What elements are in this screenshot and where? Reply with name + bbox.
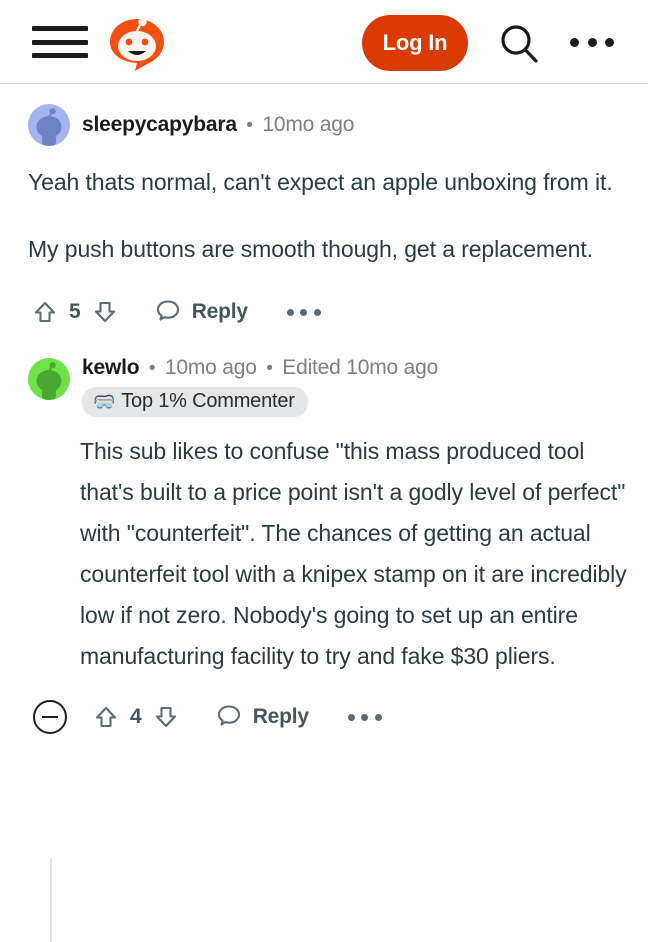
comment-edited-timestamp: Edited 10mo ago bbox=[282, 356, 439, 379]
reddit-snoo-logo-icon[interactable] bbox=[103, 13, 171, 75]
hamburger-menu-icon[interactable] bbox=[32, 22, 88, 62]
collapse-thread-icon[interactable] bbox=[33, 700, 67, 734]
comment-paragraph: My push buttons are smooth though, get a… bbox=[28, 236, 593, 262]
thread-collapse-line[interactable] bbox=[50, 859, 52, 942]
meta-separator: • bbox=[148, 358, 156, 379]
avatar-snoo-blue[interactable] bbox=[28, 104, 70, 146]
app-header: Log In bbox=[0, 0, 648, 84]
login-button[interactable]: Log In bbox=[362, 15, 468, 71]
reply-button[interactable]: Reply bbox=[216, 702, 309, 733]
minus-bar bbox=[42, 715, 58, 719]
status-badge[interactable]: 🥽 Top 1% Commenter bbox=[82, 387, 308, 417]
vote-score: 5 bbox=[69, 300, 81, 323]
vote-score: 4 bbox=[130, 705, 142, 728]
meta-separator: • bbox=[246, 115, 253, 136]
dot bbox=[361, 713, 369, 721]
more-options-icon[interactable] bbox=[347, 709, 382, 725]
reply-button[interactable]: Reply bbox=[155, 297, 248, 328]
reply-label: Reply bbox=[191, 300, 248, 323]
avatar-snoo-green[interactable] bbox=[28, 358, 70, 400]
comment-body: Yeah thats normal, can't expect an apple… bbox=[28, 162, 628, 270]
top-commenter-icon: 🥽 bbox=[93, 391, 116, 412]
comment-item: sleepycapybara • 10mo ago Yeah thats nor… bbox=[0, 84, 648, 334]
dot bbox=[300, 308, 308, 316]
comment-timestamp: 10mo ago bbox=[164, 356, 257, 379]
comment-bubble-icon bbox=[216, 702, 242, 733]
status-badge-label: Top 1% Commenter bbox=[121, 390, 295, 412]
comment-body: This sub likes to confuse "this mass pro… bbox=[28, 431, 628, 677]
comment-meta-line: kewlo • 10mo ago • Edited 10mo ago bbox=[82, 356, 438, 380]
comment-actions: 4 Reply bbox=[28, 695, 628, 739]
comment-meta: sleepycapybara • 10mo ago bbox=[70, 113, 354, 137]
comment-actions: 5 Reply bbox=[28, 290, 628, 334]
dot bbox=[286, 308, 294, 316]
comment-bubble-icon bbox=[155, 297, 181, 328]
dot bbox=[347, 713, 355, 721]
comment-thread: sleepycapybara • 10mo ago Yeah thats nor… bbox=[0, 84, 648, 942]
more-options-icon[interactable] bbox=[570, 33, 614, 51]
comment-author[interactable]: sleepycapybara bbox=[82, 113, 237, 136]
comment-timestamp: 10mo ago bbox=[262, 113, 355, 136]
vote-group: 4 bbox=[89, 700, 183, 734]
reply-label: Reply bbox=[252, 705, 309, 728]
comment-author[interactable]: kewlo bbox=[82, 356, 140, 379]
comment-header: sleepycapybara • 10mo ago bbox=[28, 104, 628, 146]
comment-item: kewlo • 10mo ago • Edited 10mo ago 🥽 Top… bbox=[0, 334, 648, 942]
hamburger-bar bbox=[32, 53, 88, 58]
hamburger-bar bbox=[32, 39, 88, 45]
dot bbox=[605, 37, 614, 47]
upvote-arrow-icon[interactable] bbox=[89, 700, 123, 734]
vote-group: 5 bbox=[28, 295, 122, 329]
meta-separator: • bbox=[266, 358, 273, 379]
hamburger-bar bbox=[32, 26, 88, 31]
search-icon[interactable] bbox=[497, 22, 541, 66]
comment-paragraph: This sub likes to confuse "this mass pro… bbox=[80, 438, 627, 669]
upvote-arrow-icon[interactable] bbox=[28, 295, 62, 329]
comment-paragraph: Yeah thats normal, can't expect an apple… bbox=[28, 169, 613, 195]
more-options-icon[interactable] bbox=[286, 304, 321, 320]
dot bbox=[313, 308, 321, 316]
comment-meta: kewlo • 10mo ago • Edited 10mo ago 🥽 Top… bbox=[70, 356, 438, 417]
dot bbox=[570, 37, 579, 47]
dot bbox=[587, 37, 597, 47]
downvote-arrow-icon[interactable] bbox=[149, 700, 183, 734]
comment-header: kewlo • 10mo ago • Edited 10mo ago 🥽 Top… bbox=[28, 356, 628, 417]
dot bbox=[374, 713, 382, 721]
downvote-arrow-icon[interactable] bbox=[88, 295, 122, 329]
